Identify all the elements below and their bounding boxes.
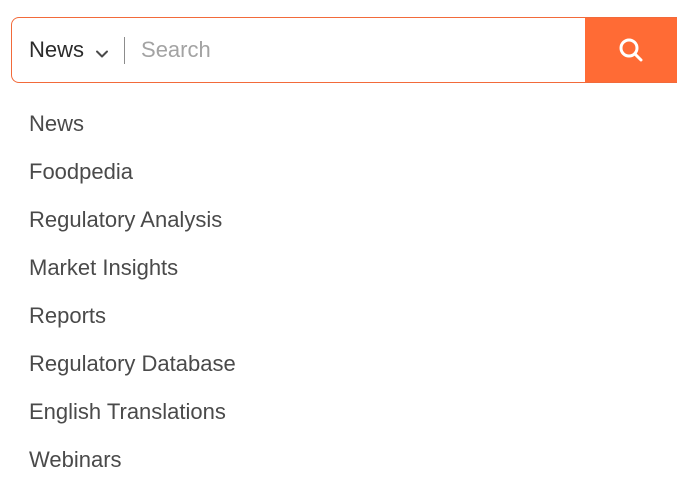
- dropdown-item-market-insights[interactable]: Market Insights: [0, 244, 677, 292]
- input-divider: [124, 36, 126, 64]
- category-dropdown: News Foodpedia Regulatory Analysis Marke…: [0, 100, 677, 484]
- chevron-down-icon: [95, 46, 109, 58]
- dropdown-item-english-translations[interactable]: English Translations: [0, 388, 677, 436]
- search-bar: News: [11, 17, 677, 83]
- dropdown-item-regulatory-database[interactable]: Regulatory Database: [0, 340, 677, 388]
- category-select[interactable]: News: [12, 18, 109, 82]
- dropdown-item-webinars[interactable]: Webinars: [0, 436, 677, 484]
- dropdown-item-news[interactable]: News: [0, 100, 677, 148]
- dropdown-item-regulatory-analysis[interactable]: Regulatory Analysis: [0, 196, 677, 244]
- search-widget: News News Foodpedia Regulatory Analysis …: [0, 0, 677, 500]
- dropdown-item-foodpedia[interactable]: Foodpedia: [0, 148, 677, 196]
- category-selected-label: News: [29, 37, 85, 62]
- search-button[interactable]: [585, 18, 677, 82]
- search-icon: [617, 36, 645, 64]
- search-input[interactable]: [141, 30, 562, 70]
- dropdown-item-reports[interactable]: Reports: [0, 292, 677, 340]
